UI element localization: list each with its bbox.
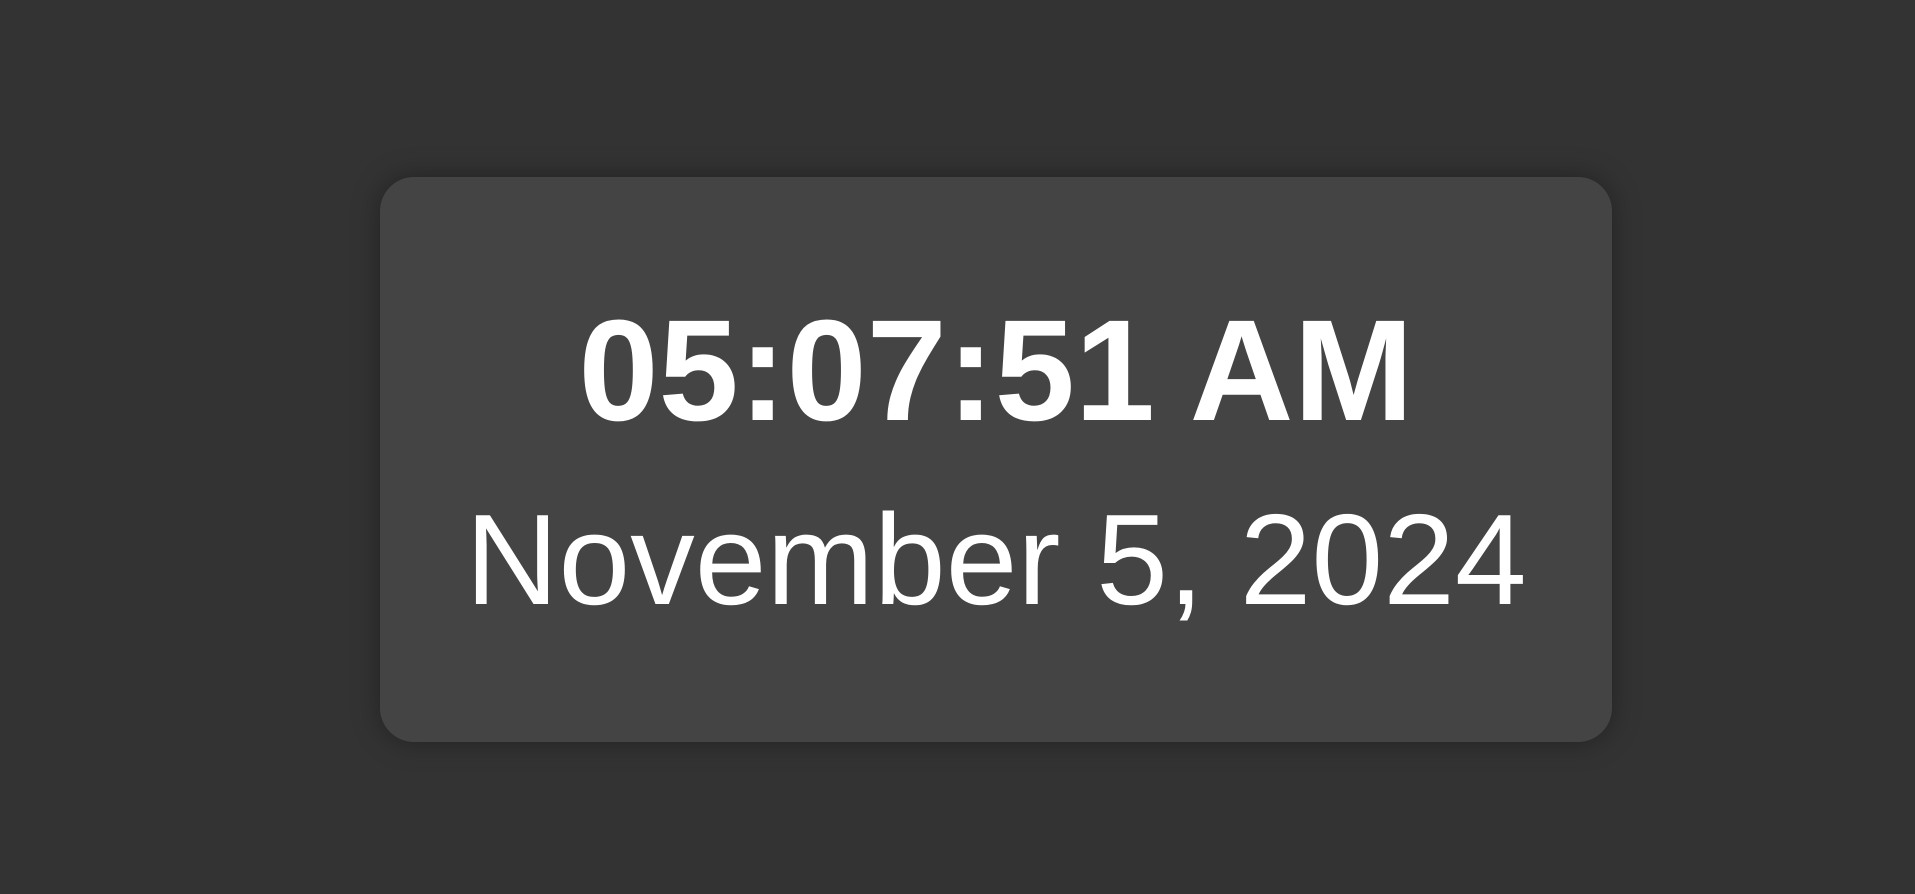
clock-time: 05:07:51 AM [578, 290, 1414, 451]
clock-date: November 5, 2024 [465, 488, 1527, 632]
page-background: { "clock": { "time": "05:07:51 AM", "dat… [0, 0, 1915, 894]
clock-card: 05:07:51 AM November 5, 2024 [380, 177, 1612, 742]
